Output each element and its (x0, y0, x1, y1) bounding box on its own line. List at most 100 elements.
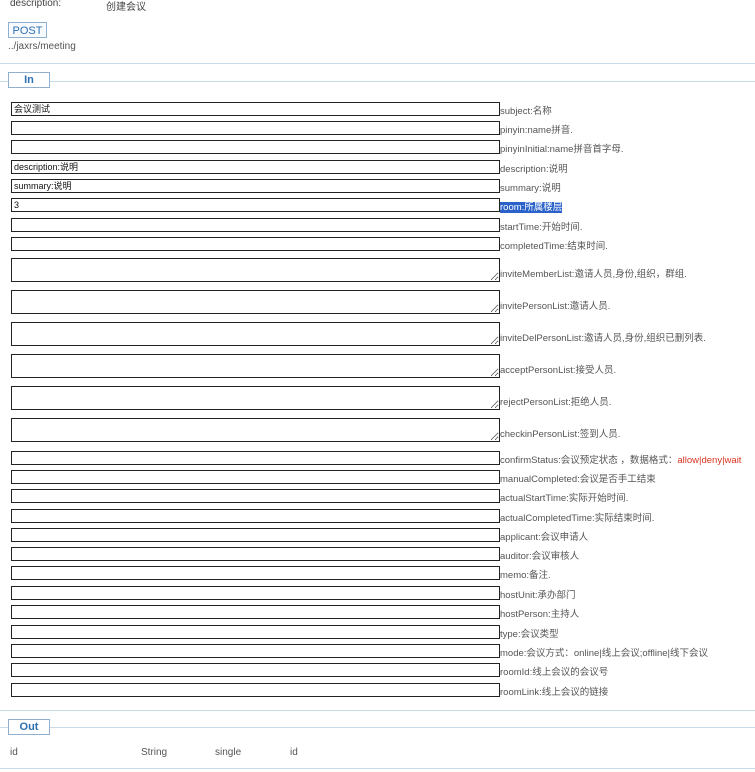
param-label: manualCompleted:会议是否手工结束 (500, 471, 656, 485)
param-input[interactable] (11, 489, 500, 503)
param-row: subject:名称 (11, 102, 755, 117)
param-input[interactable] (11, 198, 500, 212)
param-input[interactable] (11, 566, 500, 580)
param-row: description:说明 (11, 160, 755, 175)
out-bottom-divider (0, 768, 755, 769)
param-label-text: invitePersonList:邀请人员. (500, 301, 611, 312)
param-label: hostPerson:主持人 (500, 606, 579, 620)
out-section-top-divider (0, 710, 755, 711)
description-value: 创建会议 (106, 2, 146, 13)
param-label: roomId:线上会议的会议号 (500, 664, 608, 678)
param-input[interactable] (11, 528, 500, 542)
param-textarea[interactable] (11, 386, 500, 410)
param-input[interactable] (11, 121, 500, 135)
param-label: room:所属楼层 (500, 199, 563, 213)
param-input[interactable] (11, 644, 500, 658)
param-input[interactable] (11, 605, 500, 619)
param-input[interactable] (11, 160, 500, 174)
output-description: id (290, 747, 298, 758)
param-textarea[interactable] (11, 354, 500, 378)
param-input[interactable] (11, 140, 500, 154)
param-textarea[interactable] (11, 418, 500, 442)
param-label-text: inviteDelPersonList:邀请人员,身份,组织已删列表. (500, 333, 706, 344)
param-label-text: roomId:线上会议的会议号 (500, 667, 609, 678)
param-row: confirmStatus:会议预定状态 ，数据格式：allow|deny|wa… (11, 451, 755, 466)
param-row: mode:会议方式：online|线上会议;offline|线下会议 (11, 644, 755, 659)
param-row: completedTime:结束时间. (11, 237, 755, 252)
param-label: pinyinInitial:name拼音首字母. (500, 141, 624, 155)
param-label: description:说明 (500, 161, 568, 175)
param-row: hostUnit:承办部门 (11, 586, 755, 601)
param-label: pinyin:name拼音. (500, 122, 573, 136)
param-label-text: roomLink:线上会议的链接 (500, 687, 609, 698)
param-row: type:会议类型 (11, 625, 755, 640)
out-section-divider (0, 727, 755, 728)
param-label: rejectPersonList:拒绝人员. (500, 394, 611, 408)
param-label-text: hostUnit:承办部门 (500, 590, 576, 601)
param-input[interactable] (11, 218, 500, 232)
param-input[interactable] (11, 586, 500, 600)
param-label-text: auditor:会议审核人 (500, 551, 580, 562)
param-label-text: pinyinInitial:name拼音首字母. (500, 144, 624, 155)
param-row: acceptPersonList:接受人员. (11, 354, 755, 378)
param-label: startTime:开始时间. (500, 219, 583, 233)
param-label: applicant:会议申请人 (500, 529, 588, 543)
param-label-text: room:所属楼层 (500, 202, 563, 213)
param-label: memo:备注. (500, 567, 551, 581)
param-input[interactable] (11, 237, 500, 251)
param-row: actualStartTime:实际开始时间. (11, 489, 755, 504)
param-input[interactable] (11, 509, 500, 523)
param-label: actualStartTime:实际开始时间. (500, 490, 628, 504)
param-label: mode:会议方式：online|线上会议;offline|线下会议 (500, 645, 708, 659)
param-label-text: rejectPersonList:拒绝人员. (500, 397, 612, 408)
http-method-button[interactable]: POST (8, 22, 47, 38)
param-label-values: allow|deny|wait (677, 455, 742, 466)
param-input[interactable] (11, 625, 500, 639)
param-label-text: subject:名称 (500, 106, 552, 117)
param-label-text: startTime:开始时间. (500, 222, 583, 233)
in-section-top-divider (0, 63, 755, 64)
param-row: applicant:会议申请人 (11, 528, 755, 543)
param-row: room:所属楼层 (11, 198, 755, 213)
param-input[interactable] (11, 179, 500, 193)
param-input[interactable] (11, 683, 500, 697)
param-label: actualCompletedTime:实际结束时间. (500, 510, 654, 524)
param-input[interactable] (11, 547, 500, 561)
output-mode: single (215, 747, 242, 758)
param-input[interactable] (11, 470, 500, 484)
param-label-text: acceptPersonList:接受人员. (500, 365, 617, 376)
param-label: auditor:会议审核人 (500, 548, 579, 562)
param-row: summary:说明 (11, 179, 755, 194)
param-row: manualCompleted:会议是否手工结束 (11, 470, 755, 485)
param-textarea[interactable] (11, 258, 500, 282)
param-textarea[interactable] (11, 290, 500, 314)
param-label-text: applicant:会议申请人 (500, 532, 589, 543)
param-label-text: actualCompletedTime:实际结束时间. (500, 513, 655, 524)
param-label-text: memo:备注. (500, 570, 551, 581)
param-input[interactable] (11, 102, 500, 116)
param-label-text: completedTime:结束时间. (500, 241, 608, 252)
param-row: invitePersonList:邀请人员. (11, 290, 755, 314)
param-label: type:会议类型 (500, 626, 559, 640)
param-label: roomLink:线上会议的链接 (500, 684, 608, 698)
param-input[interactable] (11, 663, 500, 677)
param-textarea[interactable] (11, 322, 500, 346)
tab-out[interactable]: Out (8, 719, 50, 735)
param-label-text: summary:说明 (500, 183, 561, 194)
param-row: roomLink:线上会议的链接 (11, 683, 755, 698)
param-label-text: description:说明 (500, 164, 568, 175)
output-name: id (10, 747, 18, 758)
param-row: inviteDelPersonList:邀请人员,身份,组织已删列表. (11, 322, 755, 346)
output-type: String (141, 747, 168, 758)
param-label: inviteDelPersonList:邀请人员,身份,组织已删列表. (500, 330, 706, 344)
output-row: id String single id (10, 747, 755, 761)
param-input[interactable] (11, 451, 500, 465)
description-key: description: (10, 0, 62, 9)
param-label: completedTime:结束时间. (500, 238, 608, 252)
tab-in[interactable]: In (8, 72, 50, 88)
param-row: checkinPersonList:签到人员. (11, 418, 755, 442)
param-label: inviteMemberList:邀请人员,身份,组织，群组. (500, 266, 687, 280)
in-section-divider (0, 81, 755, 82)
param-label: invitePersonList:邀请人员. (500, 298, 610, 312)
param-row: pinyin:name拼音. (11, 121, 755, 136)
